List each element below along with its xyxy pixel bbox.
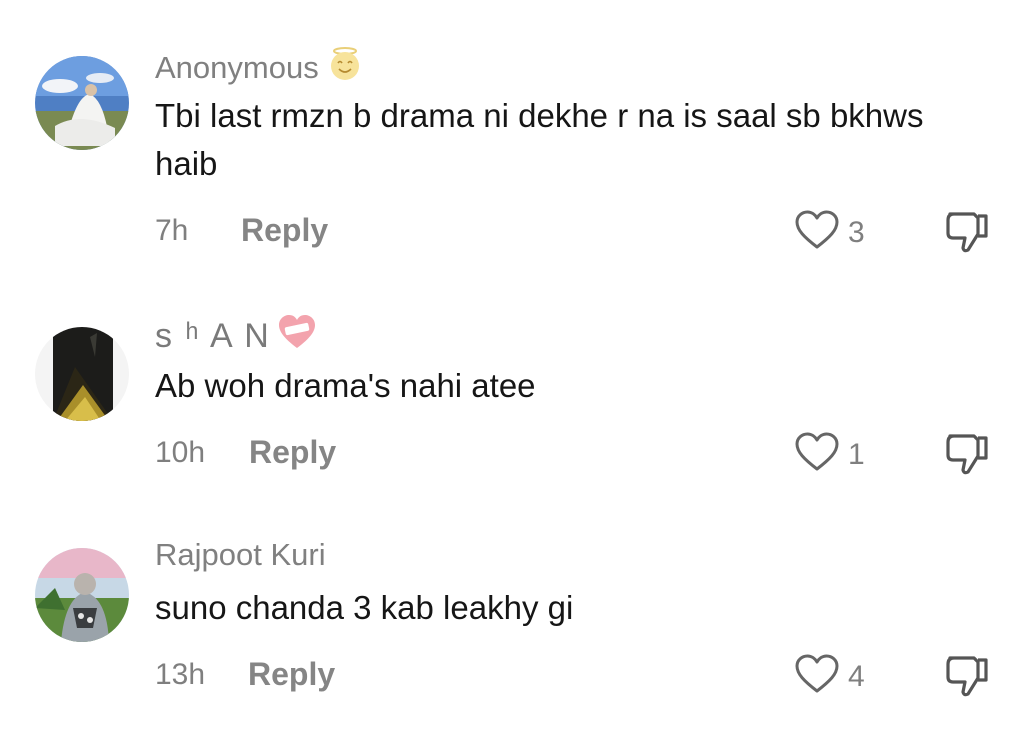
timestamp: 13h xyxy=(155,658,206,691)
thumbs-down-icon xyxy=(944,434,992,480)
like-button[interactable]: 4 xyxy=(794,653,865,700)
username[interactable]: Rajpoot Kuri xyxy=(155,537,326,573)
like-count: 3 xyxy=(848,215,865,249)
username-text: s ʰ A N xyxy=(155,316,271,355)
avatar[interactable] xyxy=(35,327,129,421)
reply-button[interactable]: Reply xyxy=(241,212,328,249)
username[interactable]: Anonymous xyxy=(155,46,365,90)
heart-outline-icon xyxy=(794,209,840,256)
username-text: Rajpoot Kuri xyxy=(155,537,326,572)
timestamp: 10h xyxy=(155,436,206,469)
heart-outline-icon xyxy=(794,431,840,478)
like-count: 1 xyxy=(848,437,865,471)
avatar[interactable] xyxy=(35,548,129,642)
heart-outline-icon xyxy=(794,653,840,700)
like-button[interactable]: 1 xyxy=(794,431,865,478)
dislike-button[interactable] xyxy=(944,652,992,703)
angel-emoji-icon xyxy=(325,46,365,90)
thumbs-down-icon xyxy=(944,656,992,702)
avatar[interactable] xyxy=(35,56,129,150)
comment-text: suno chanda 3 kab leakhy gi xyxy=(155,589,574,626)
like-count: 4 xyxy=(848,659,865,693)
reply-button[interactable]: Reply xyxy=(249,434,336,471)
heart-bandage-emoji-icon xyxy=(277,313,317,359)
comment-text: Tbi last rmzn b drama ni dekhe r na is s… xyxy=(155,97,924,182)
like-button[interactable]: 3 xyxy=(794,209,865,256)
timestamp: 7h xyxy=(155,214,189,247)
dislike-button[interactable] xyxy=(944,208,992,259)
reply-button[interactable]: Reply xyxy=(248,656,335,693)
dislike-button[interactable] xyxy=(944,430,992,481)
thumbs-down-icon xyxy=(944,212,992,258)
comment-text: Ab woh drama's nahi atee xyxy=(155,367,536,404)
username[interactable]: s ʰ A N xyxy=(155,313,317,359)
username-text: Anonymous xyxy=(155,50,319,85)
